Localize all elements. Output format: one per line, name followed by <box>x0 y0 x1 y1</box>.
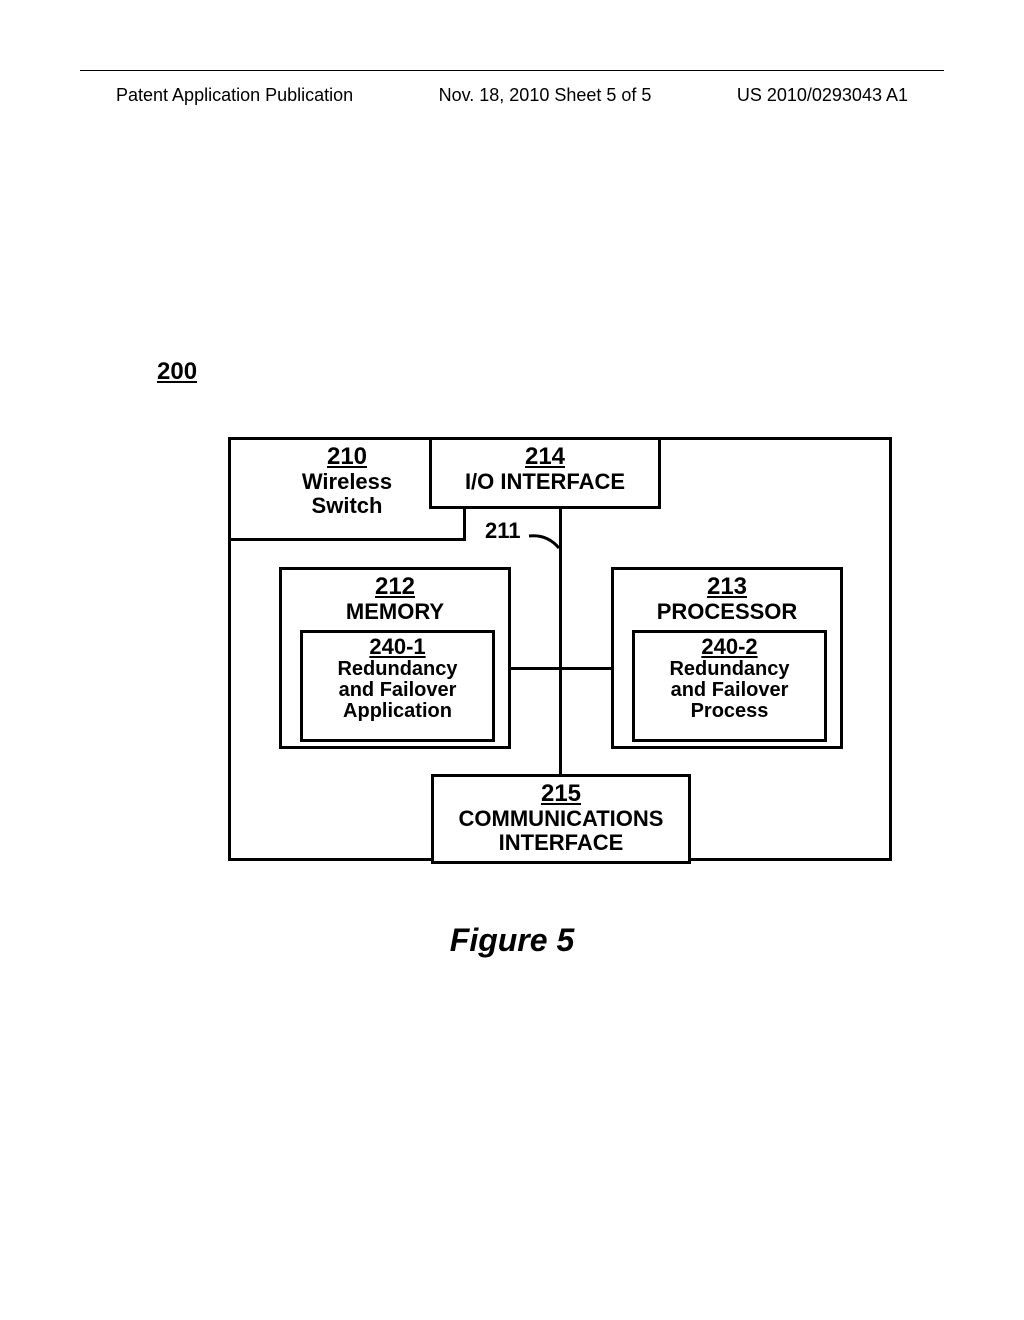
label-240-1-l1: Redundancy <box>337 658 457 680</box>
ref-215: 215 <box>434 781 688 807</box>
label-comm-l2: INTERFACE <box>499 830 624 855</box>
block-communications-interface: 215 COMMUNICATIONS INTERFACE <box>431 774 691 864</box>
label-240-1-l3: Application <box>343 700 452 722</box>
header-right: US 2010/0293043 A1 <box>737 85 908 106</box>
ref-211-leader <box>529 524 569 554</box>
label-240-2-l1: Redundancy <box>669 658 789 680</box>
label-240-2-l3: Process <box>691 700 769 722</box>
label-processor: PROCESSOR <box>657 599 798 624</box>
ref-211-label: 211 <box>485 518 521 544</box>
block-processor: 213 PROCESSOR 240-2 Redundancy and Failo… <box>611 567 843 749</box>
label-240-1-l2: and Failover <box>339 679 457 701</box>
diagram-outer-box: 210 Wireless Switch 214 I/O INTERFACE 21… <box>228 437 892 861</box>
label-comm-l1: COMMUNICATIONS <box>459 806 664 831</box>
header-left: Patent Application Publication <box>116 85 353 106</box>
ref-214: 214 <box>432 444 658 470</box>
label-io-interface: I/O INTERFACE <box>465 469 625 494</box>
label-switch: Switch <box>312 493 383 518</box>
block-redundancy-process: 240-2 Redundancy and Failover Process <box>632 630 827 742</box>
block-io-interface: 214 I/O INTERFACE <box>429 437 661 509</box>
ref-240-1: 240-1 <box>303 635 492 659</box>
ref-213: 213 <box>614 574 840 600</box>
page-header: Patent Application Publication Nov. 18, … <box>116 85 908 106</box>
figure-caption: Figure 5 <box>0 922 1024 959</box>
label-memory: MEMORY <box>346 599 444 624</box>
ref-240-2: 240-2 <box>635 635 824 659</box>
block-redundancy-application: 240-1 Redundancy and Failover Applicatio… <box>300 630 495 742</box>
block-memory: 212 MEMORY 240-1 Redundancy and Failover… <box>279 567 511 749</box>
header-center: Nov. 18, 2010 Sheet 5 of 5 <box>439 85 652 106</box>
reference-200: 200 <box>157 358 197 386</box>
label-240-2-l2: and Failover <box>671 679 789 701</box>
label-wireless: Wireless <box>302 469 392 494</box>
bus-horizontal <box>511 667 611 670</box>
ref-212: 212 <box>282 574 508 600</box>
